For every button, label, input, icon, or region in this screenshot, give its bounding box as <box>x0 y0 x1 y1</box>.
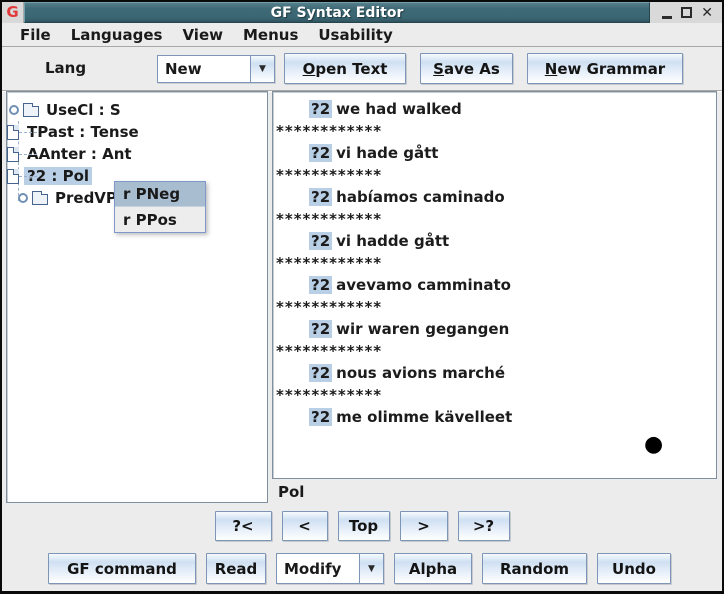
tree-node-aanter[interactable]: AAnter : Ant <box>7 143 267 165</box>
separator-line: ************ <box>273 164 716 186</box>
new-grammar-mnemonic: N <box>545 60 558 78</box>
menu-file[interactable]: File <box>10 26 61 44</box>
focus-token[interactable]: ?2 <box>309 144 332 162</box>
save-as-button[interactable]: Save As <box>420 53 513 84</box>
sentence-text: avevamo camminato <box>336 276 511 294</box>
document-icon <box>7 147 19 162</box>
sentence-text: me olimme kävelleet <box>336 408 512 426</box>
linearization-panel[interactable]: ?2we had walked ************ ?2vi hade g… <box>272 91 717 479</box>
modify-select[interactable]: Modify ▼ <box>276 553 384 584</box>
language-select[interactable]: New ▼ <box>157 55 275 83</box>
toolbar: Lang New ▼ Open Text Save As New Grammar <box>2 47 722 91</box>
gf-command-button[interactable]: GF command <box>48 553 196 584</box>
lin-sentence: ?2wir waren gegangen <box>273 318 716 340</box>
separator-line: ************ <box>273 120 716 142</box>
chevron-down-icon[interactable]: ▼ <box>359 554 383 583</box>
open-text-button[interactable]: Open Text <box>284 53 406 84</box>
next-node-button[interactable]: > <box>400 511 448 541</box>
menu-bar: File Languages View Menus Usability <box>2 23 722 47</box>
sentence-text: we had walked <box>336 100 462 118</box>
tree-node-label[interactable]: AAnter : Ant <box>24 145 135 163</box>
window-title: GF Syntax Editor <box>271 5 404 21</box>
lin-sentence: ?2nous avions marché <box>273 362 716 384</box>
focus-token[interactable]: ?2 <box>309 364 332 382</box>
new-grammar-label: ew Grammar <box>557 60 665 78</box>
navigation-bar: ?< < Top > >? <box>2 511 722 541</box>
chevron-down-icon[interactable]: ▼ <box>250 56 274 82</box>
undo-button[interactable]: Undo <box>597 553 671 584</box>
tree-expander-icon[interactable] <box>9 105 19 115</box>
main-area: UseCl : S TPast : Tense AAnter : Ant ?2 … <box>2 91 722 592</box>
open-text-mnemonic: O <box>303 60 316 78</box>
titlebar: G GF Syntax Editor ✕ <box>2 2 722 23</box>
focus-token[interactable]: ?2 <box>309 232 332 250</box>
minimize-icon[interactable] <box>662 16 672 19</box>
tree-node-label[interactable]: PredVP <box>52 189 120 207</box>
alpha-button[interactable]: Alpha <box>394 553 472 584</box>
separator-line: ************ <box>273 384 716 406</box>
tree-expander-icon[interactable] <box>18 193 28 203</box>
tree-node-label[interactable]: UseCl : S <box>43 101 124 119</box>
lin-sentence: ?2we had walked <box>273 98 716 120</box>
folder-icon <box>32 194 48 205</box>
cursor-dot-marker: ● <box>644 434 663 456</box>
app-logo: G <box>2 2 24 23</box>
read-button[interactable]: Read <box>206 553 266 584</box>
prev-node-button[interactable]: < <box>282 511 328 541</box>
lin-sentence: ?2vi hade gått <box>273 142 716 164</box>
window-controls: ✕ <box>650 2 722 23</box>
sentence-text: vi hadde gått <box>336 232 449 250</box>
separator-line: ************ <box>273 252 716 274</box>
popup-item-ppos[interactable]: r PPos <box>115 207 205 232</box>
folder-icon <box>23 106 39 117</box>
close-icon[interactable]: ✕ <box>701 6 713 20</box>
top-button[interactable]: Top <box>338 511 390 541</box>
tree-node-label[interactable]: TPast : Tense <box>24 123 142 141</box>
syntax-tree-panel: UseCl : S TPast : Tense AAnter : Ant ?2 … <box>6 91 268 503</box>
focus-token[interactable]: ?2 <box>309 320 332 338</box>
open-text-label: pen Text <box>315 60 387 78</box>
menu-view[interactable]: View <box>172 26 233 44</box>
lin-sentence: ?2habíamos caminado <box>273 186 716 208</box>
focus-token[interactable]: ?2 <box>309 100 332 118</box>
separator-line: ************ <box>273 340 716 362</box>
sentence-text: nous avions marché <box>336 364 505 382</box>
random-button[interactable]: Random <box>482 553 587 584</box>
tree-node-usecl[interactable]: UseCl : S <box>7 99 267 121</box>
prev-metavar-button[interactable]: ?< <box>215 511 272 541</box>
separator-line: ************ <box>273 296 716 318</box>
modify-select-value: Modify <box>277 554 359 583</box>
focus-token[interactable]: ?2 <box>309 408 332 426</box>
lin-sentence: ?2me olimme kävelleet <box>273 406 716 428</box>
separator-line: ************ <box>273 208 716 230</box>
sentence-text: habíamos caminado <box>336 188 505 206</box>
menu-usability[interactable]: Usability <box>308 26 402 44</box>
sentence-text: wir waren gegangen <box>336 320 509 338</box>
popup-item-pneg[interactable]: r PNeg <box>115 182 205 207</box>
lin-sentence: ?2vi hadde gått <box>273 230 716 252</box>
save-as-label: ave As <box>444 60 500 78</box>
focus-token[interactable]: ?2 <box>309 276 332 294</box>
focus-token[interactable]: ?2 <box>309 188 332 206</box>
app-window: G GF Syntax Editor ✕ File Languages View… <box>0 0 724 594</box>
command-bar: GF command Read Modify ▼ Alpha Random Un… <box>48 553 671 584</box>
lin-sentence: ?2avevamo camminato <box>273 274 716 296</box>
sentence-text: vi hade gått <box>336 144 438 162</box>
category-status-label: Pol <box>278 483 304 501</box>
menu-menus[interactable]: Menus <box>233 26 308 44</box>
new-grammar-button[interactable]: New Grammar <box>527 53 683 84</box>
lang-label: Lang <box>45 59 86 77</box>
document-icon <box>7 169 19 184</box>
window-title-bar[interactable]: GF Syntax Editor <box>24 2 650 23</box>
maximize-icon[interactable] <box>681 7 692 18</box>
document-icon <box>7 125 19 140</box>
next-metavar-button[interactable]: >? <box>458 511 510 541</box>
menu-languages[interactable]: Languages <box>61 26 173 44</box>
save-as-mnemonic: S <box>433 60 444 78</box>
gf-logo-icon: G <box>6 5 18 20</box>
refinement-popup-menu: r PNeg r PPos <box>114 181 206 233</box>
linearization-text: ?2we had walked ************ ?2vi hade g… <box>273 92 716 478</box>
tree-node-tpast[interactable]: TPast : Tense <box>7 121 267 143</box>
language-select-value: New <box>158 56 250 82</box>
